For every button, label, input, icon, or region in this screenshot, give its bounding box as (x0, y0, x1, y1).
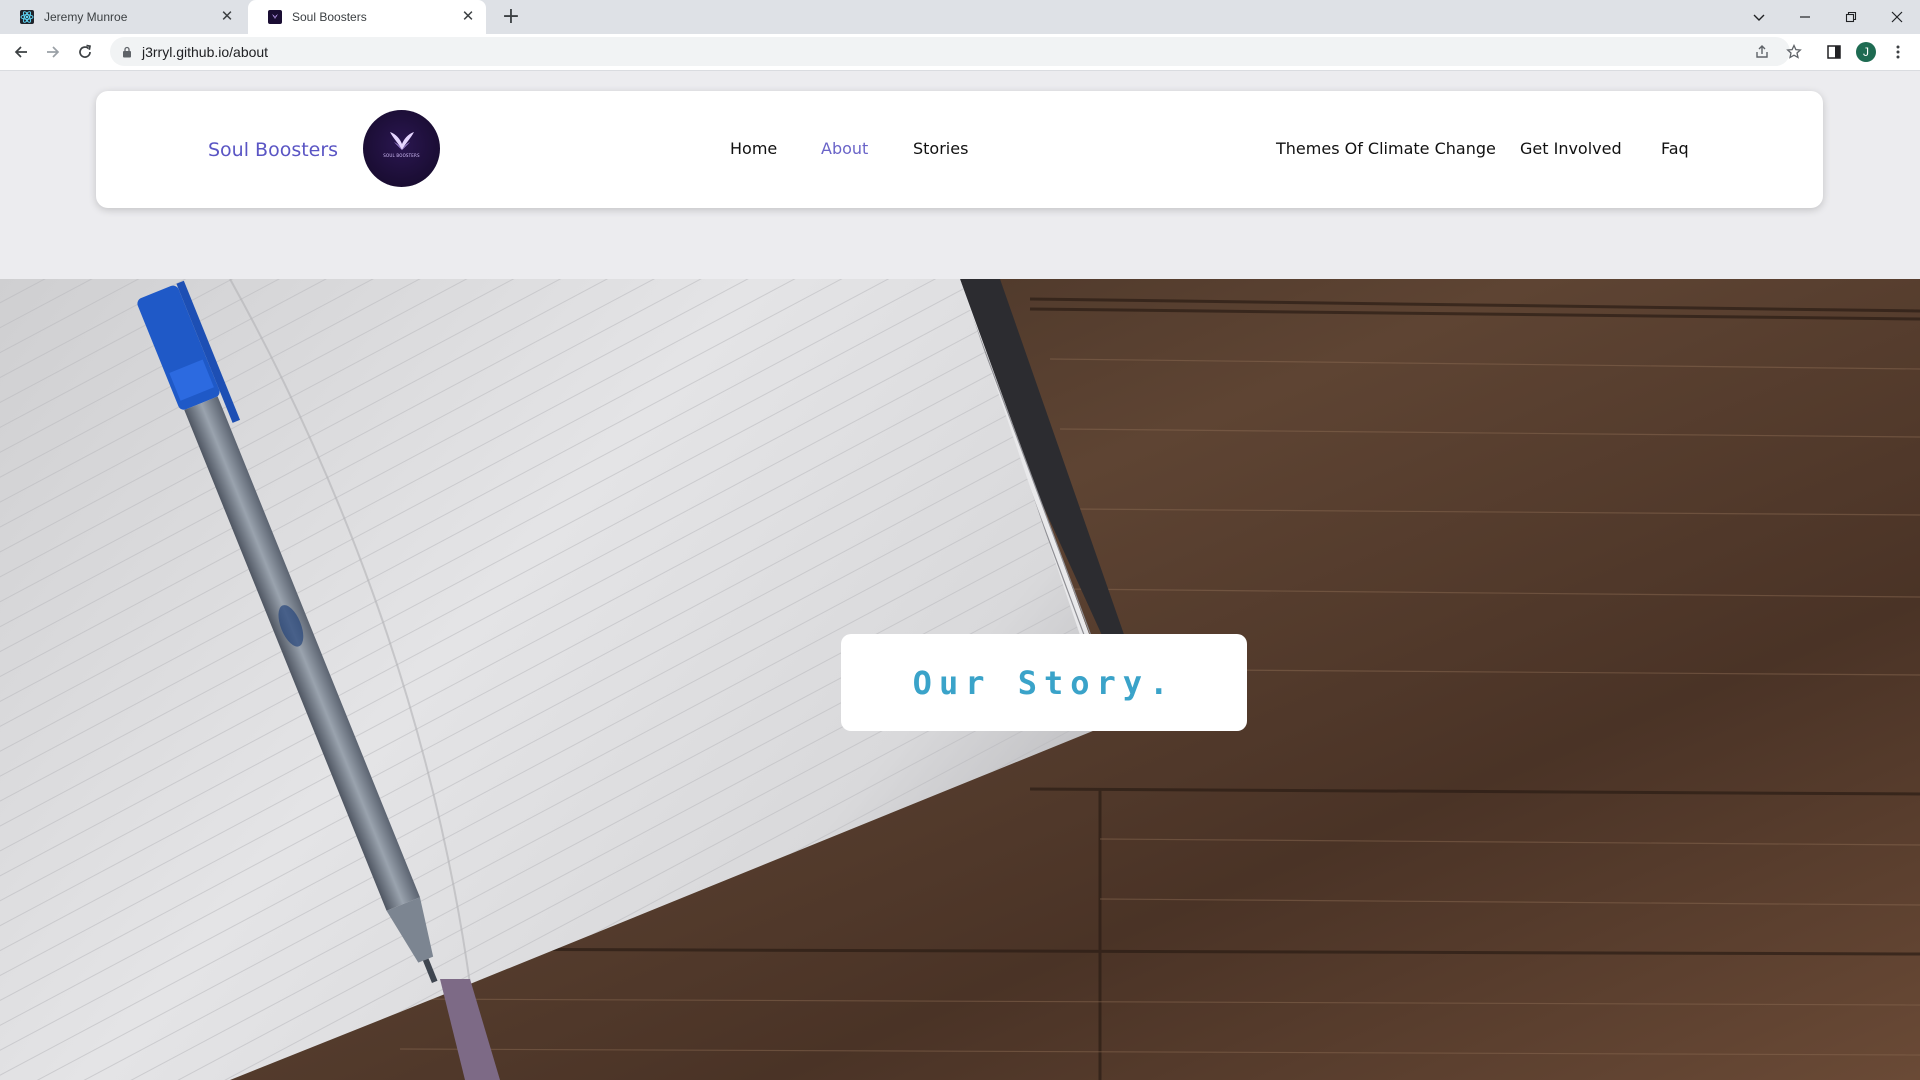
address-bar[interactable]: j3rryl.github.io/about (110, 37, 1790, 66)
restore-icon[interactable] (1828, 0, 1874, 34)
forward-arrow-icon[interactable] (41, 40, 65, 64)
close-tab-icon[interactable]: ✕ (219, 9, 235, 25)
hero-section: Our Story. (0, 279, 1920, 1080)
react-favicon-icon (20, 10, 34, 24)
brand-logo[interactable]: SOUL BOOSTERS (363, 110, 440, 187)
back-arrow-icon[interactable] (9, 40, 33, 64)
browser-tab-soul-boosters[interactable]: Soul Boosters ✕ (248, 0, 486, 34)
brand-name-link[interactable]: Soul Boosters (208, 139, 338, 161)
page-heading: Our Story. (912, 663, 1176, 702)
close-window-icon[interactable] (1874, 0, 1920, 34)
nav-link-get-involved[interactable]: Get Involved (1520, 139, 1622, 158)
site-navbar: Soul Boosters SOUL BOOSTERS Home About S… (96, 91, 1823, 208)
tab-search-chevron-icon[interactable] (1736, 0, 1782, 34)
profile-initial: J (1856, 42, 1876, 62)
nav-link-stories[interactable]: Stories (913, 139, 968, 158)
profile-avatar[interactable]: J (1854, 40, 1878, 64)
nav-link-faq[interactable]: Faq (1661, 139, 1689, 158)
bookmark-star-icon[interactable] (1782, 40, 1806, 64)
butterfly-icon (390, 132, 414, 150)
our-story-card: Our Story. (841, 634, 1247, 731)
side-panel-icon[interactable] (1822, 40, 1846, 64)
logo-text: SOUL BOOSTERS (383, 153, 420, 158)
url-text: j3rryl.github.io/about (142, 44, 269, 60)
soul-boosters-favicon-icon (268, 10, 282, 24)
browser-tab-jeremy-munroe[interactable]: Jeremy Munroe ✕ (0, 0, 245, 34)
close-tab-icon[interactable]: ✕ (460, 9, 476, 25)
reload-icon[interactable] (73, 40, 97, 64)
nav-link-home[interactable]: Home (730, 139, 777, 158)
minimize-icon[interactable] (1782, 0, 1828, 34)
share-icon[interactable] (1750, 40, 1774, 64)
browser-tab-strip: Jeremy Munroe ✕ Soul Boosters ✕ + (0, 0, 1920, 34)
tab-title: Soul Boosters (292, 10, 367, 24)
tab-title: Jeremy Munroe (44, 10, 128, 24)
browser-toolbar: j3rryl.github.io/about J (0, 34, 1920, 71)
nav-link-themes-of-climate-change[interactable]: Themes Of Climate Change (1276, 139, 1496, 158)
nav-link-about[interactable]: About (821, 139, 868, 158)
new-tab-icon[interactable]: + (498, 4, 524, 30)
more-menu-icon[interactable] (1886, 40, 1910, 64)
lock-icon[interactable] (122, 45, 132, 61)
